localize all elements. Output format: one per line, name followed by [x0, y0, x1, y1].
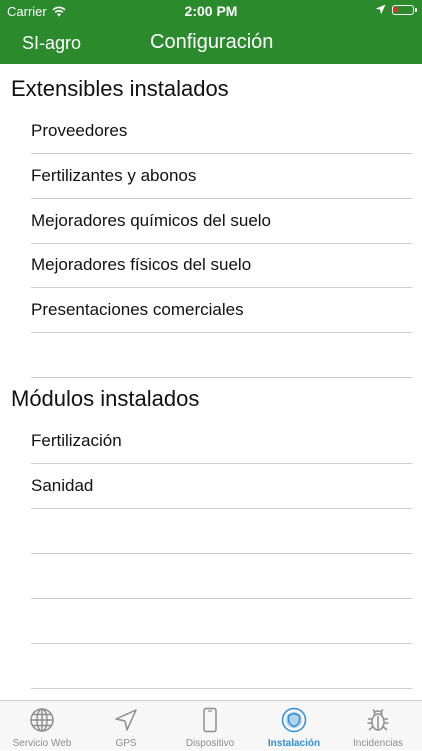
tab-incidencias[interactable]: Incidencias: [336, 701, 420, 751]
location-arrow-icon: [115, 709, 137, 731]
list-item-empty: [31, 333, 412, 378]
tab-label: Servicio Web: [12, 738, 72, 749]
status-time: 2:00 PM: [184, 3, 238, 19]
globe-icon: [30, 708, 54, 732]
tab-bar: Servicio Web GPS Dispositivo Instalación: [0, 700, 422, 750]
list-item[interactable]: Mejoradores físicos del suelo: [31, 243, 412, 288]
section-header-modulos: Módulos instalados: [11, 386, 200, 411]
tab-dispositivo[interactable]: Dispositivo: [168, 701, 252, 751]
list-item-empty: [31, 644, 412, 689]
list-item-label: Presentaciones comerciales: [31, 300, 244, 319]
tab-servicio-web[interactable]: Servicio Web: [0, 701, 84, 751]
tab-instalacion[interactable]: Instalación: [252, 701, 336, 751]
list-item[interactable]: Mejoradores químicos del suelo: [31, 199, 412, 244]
bug-icon: [367, 709, 389, 731]
list-item[interactable]: Fertilizantes y abonos: [31, 154, 412, 199]
page-title: Configuración: [150, 31, 274, 53]
navigation-bar: SI-agro Configuración: [0, 22, 422, 64]
list-item-label: Fertilización: [31, 431, 122, 450]
battery-level: [394, 6, 398, 12]
status-bar: Carrier 2:00 PM: [0, 0, 422, 22]
list-item-empty: [31, 599, 412, 644]
back-button[interactable]: SI-agro: [22, 33, 81, 54]
shield-icon: [281, 707, 307, 733]
tab-label: Instalación: [267, 738, 321, 749]
list-item-label: Sanidad: [31, 476, 94, 495]
tab-gps[interactable]: GPS: [84, 701, 168, 751]
battery-icon: [392, 4, 417, 15]
phone-icon: [203, 707, 217, 733]
list-item[interactable]: Presentaciones comerciales: [31, 288, 412, 333]
list-item-empty: [31, 509, 412, 554]
location-icon: [375, 4, 386, 15]
section-header-extensibles: Extensibles instalados: [11, 76, 229, 101]
list-item-empty: [31, 554, 412, 599]
tab-label: Dispositivo: [185, 738, 235, 749]
list-item-label: Mejoradores químicos del suelo: [31, 211, 272, 230]
list-item-label: Proveedores: [31, 121, 128, 140]
list-item[interactable]: Proveedores: [31, 109, 412, 154]
list-item-label: Mejoradores físicos del suelo: [31, 255, 252, 274]
list-item[interactable]: Sanidad: [31, 464, 412, 509]
list-item[interactable]: Fertilización: [31, 419, 412, 464]
tab-label: Incidencias: [352, 738, 404, 749]
tab-label: GPS: [115, 738, 137, 749]
list-item-label: Fertilizantes y abonos: [31, 166, 197, 185]
